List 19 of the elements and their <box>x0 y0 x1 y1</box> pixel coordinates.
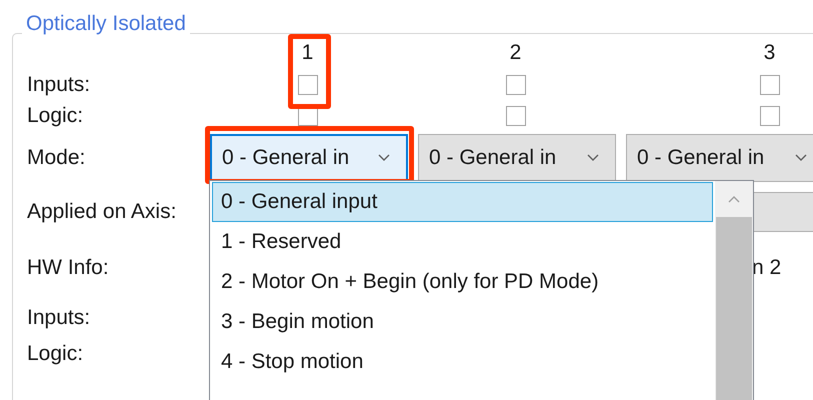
dropdown-option[interactable]: 1 - Reserved <box>212 222 713 262</box>
dropdown-option[interactable]: 0 - General input <box>212 182 713 222</box>
dropdown[interactable]: 0 - General in <box>626 134 813 182</box>
dropdown[interactable]: 0 - General in <box>210 134 408 182</box>
column-header: 1 <box>300 42 314 64</box>
field-label: Applied on Axis: <box>27 200 178 224</box>
dropdown-option[interactable]: 2 - Motor On + Begin (only for PD Mode) <box>212 262 713 302</box>
field-label: Mode: <box>27 146 86 170</box>
column-header: 2 <box>508 42 522 64</box>
column-header: 3 <box>762 42 776 64</box>
dropdown-option[interactable]: 4 - Stop motion <box>212 342 713 382</box>
dropdown[interactable]: 0 - General in <box>418 134 616 182</box>
field-label: Logic: <box>27 342 84 366</box>
group-title: Optically Isolated <box>22 12 190 36</box>
field-label: HW Info: <box>27 256 110 280</box>
field-label: Inputs: <box>27 306 92 330</box>
field-label: Logic: <box>27 104 84 128</box>
dropdown-option[interactable]: 3 - Begin motion <box>212 302 713 342</box>
field-label: Inputs: <box>27 72 92 96</box>
